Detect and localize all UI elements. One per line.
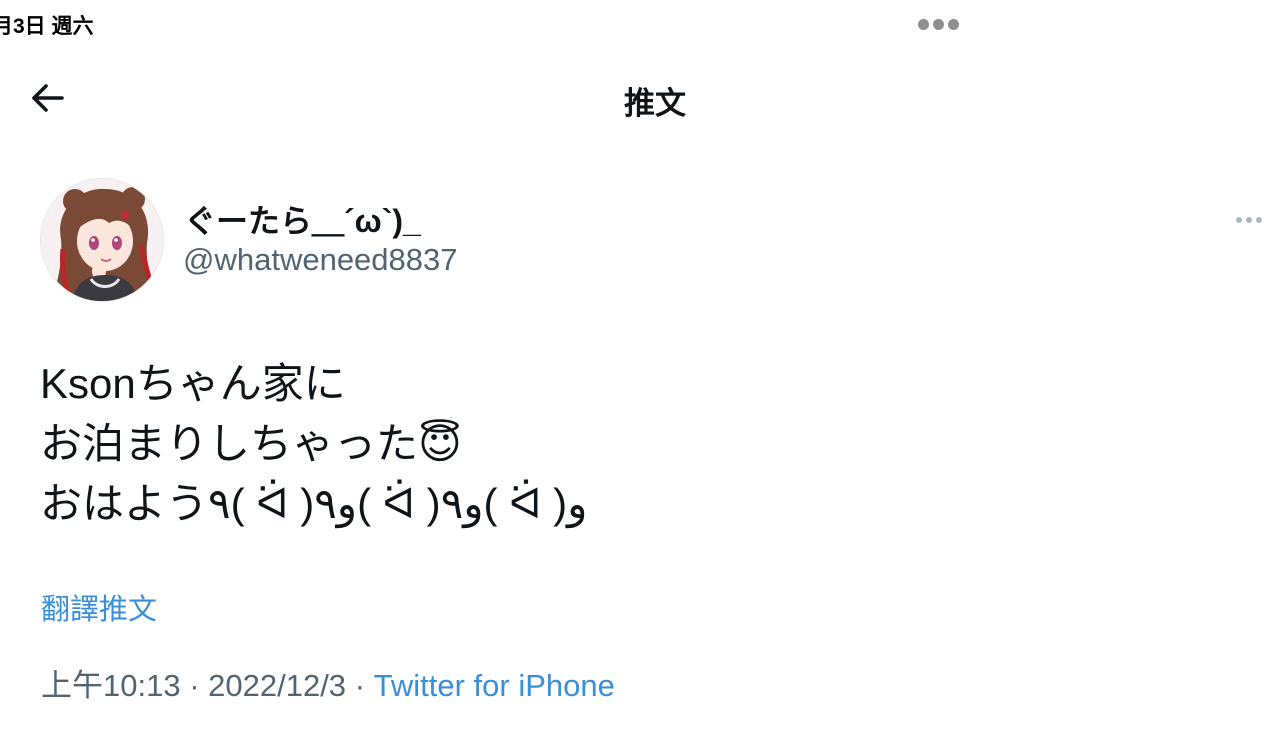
meta-separator: · — [189, 668, 209, 703]
more-options-button[interactable] — [1236, 212, 1272, 228]
tweet-text: Ksonちゃん家に お泊まりしちゃった😇 おはよう٩( ᐛ )و٩( ᐛ )و٩… — [40, 354, 587, 534]
more-horizontal-icon — [1246, 217, 1252, 223]
tweet-text-line: おはよう٩( ᐛ )و٩( ᐛ )و٩( ᐛ )و — [40, 480, 588, 527]
avatar-illustration — [41, 179, 163, 301]
status-bar-date: 月3日 週六 — [0, 15, 94, 38]
page-title: 推文 — [624, 86, 686, 121]
tweet-time: 上午10:13 — [41, 668, 181, 703]
multitask-dot — [933, 19, 944, 30]
tweet-source-link[interactable]: Twitter for iPhone — [374, 668, 615, 703]
tweet-meta: 上午10:13 · 2022/12/3 · Twitter for iPhone — [41, 660, 615, 705]
multitask-dot — [948, 19, 959, 30]
more-horizontal-icon — [1236, 217, 1242, 223]
tweet-text-line: お泊まりしちゃった😇 — [40, 420, 462, 467]
more-horizontal-icon — [1256, 217, 1262, 223]
multitask-dots-icon[interactable] — [918, 19, 959, 30]
tweet-detail-screen: 月3日 週六 推文 ぐーたら＿´ω`)_ @whatweneed8837 Kso… — [0, 0, 1287, 731]
translate-tweet-link[interactable]: 翻譯推文 — [41, 586, 157, 628]
tweet-text-line: Ksonちゃん家に — [40, 360, 346, 407]
multitask-dot — [918, 19, 929, 30]
tweet-date: 2022/12/3 — [208, 668, 347, 703]
author-handle[interactable]: @whatweneed8837 — [183, 242, 458, 278]
meta-separator: · — [354, 668, 374, 703]
avatar[interactable] — [40, 178, 164, 302]
author-display-name[interactable]: ぐーたら＿´ω`)_ — [184, 196, 421, 242]
